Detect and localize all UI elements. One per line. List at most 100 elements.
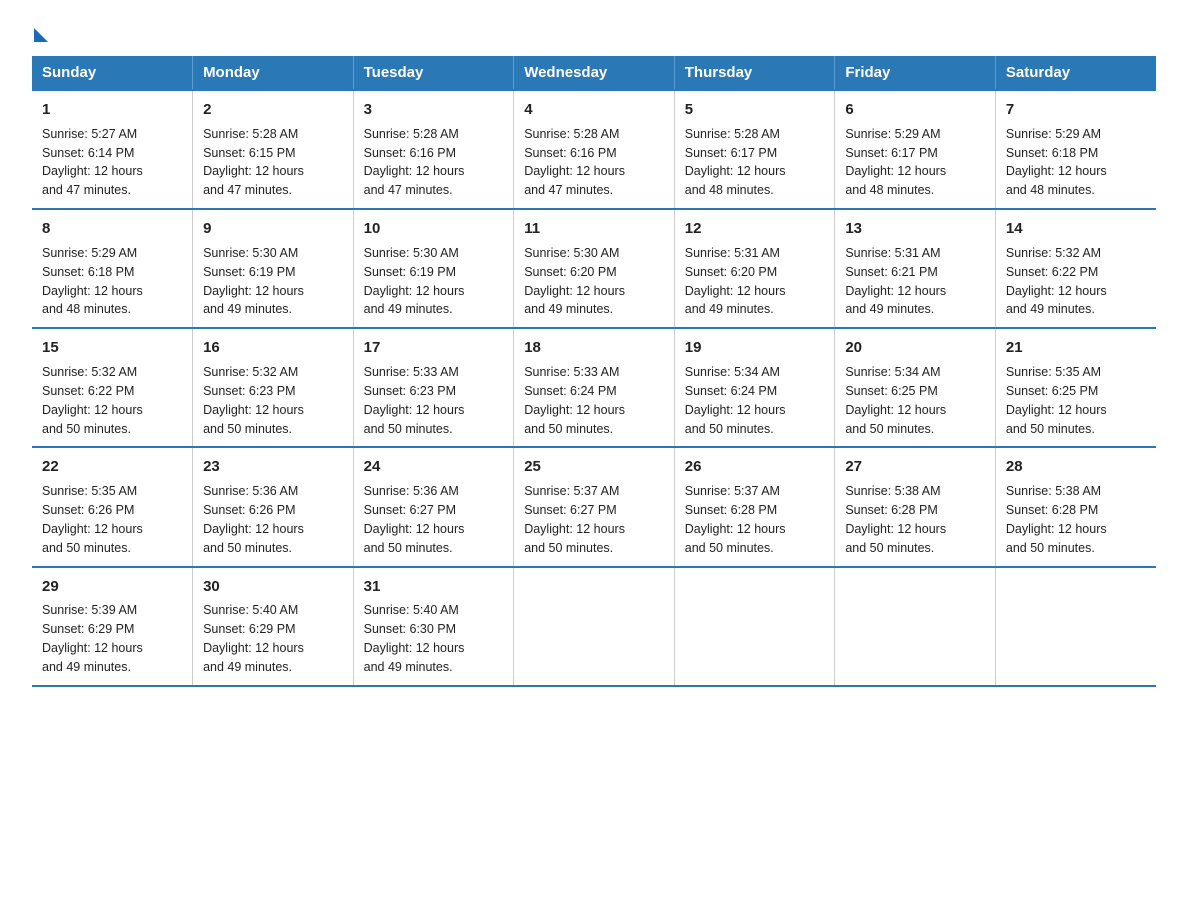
column-header-friday: Friday	[835, 56, 996, 90]
day-info: Sunrise: 5:32 AMSunset: 6:22 PMDaylight:…	[1006, 246, 1107, 317]
calendar-cell: 21 Sunrise: 5:35 AMSunset: 6:25 PMDayligh…	[995, 328, 1156, 447]
day-number: 2	[203, 99, 343, 121]
column-header-sunday: Sunday	[32, 56, 193, 90]
day-number: 8	[42, 218, 182, 240]
column-header-saturday: Saturday	[995, 56, 1156, 90]
day-number: 23	[203, 456, 343, 478]
day-info: Sunrise: 5:29 AMSunset: 6:18 PMDaylight:…	[1006, 127, 1107, 198]
calendar-cell: 20 Sunrise: 5:34 AMSunset: 6:25 PMDayligh…	[835, 328, 996, 447]
day-info: Sunrise: 5:36 AMSunset: 6:26 PMDaylight:…	[203, 484, 304, 555]
day-info: Sunrise: 5:29 AMSunset: 6:18 PMDaylight:…	[42, 246, 143, 317]
calendar-cell: 14Sunrise: 5:32 AMSunset: 6:22 PMDayligh…	[995, 209, 1156, 328]
calendar-cell: 26 Sunrise: 5:37 AMSunset: 6:28 PMDayligh…	[674, 447, 835, 566]
calendar-cell: 4 Sunrise: 5:28 AMSunset: 6:16 PMDaylight…	[514, 90, 675, 209]
day-info: Sunrise: 5:32 AMSunset: 6:22 PMDaylight:…	[42, 365, 143, 436]
day-info: Sunrise: 5:34 AMSunset: 6:25 PMDaylight:…	[845, 365, 946, 436]
day-number: 20	[845, 337, 985, 359]
column-header-monday: Monday	[193, 56, 354, 90]
calendar-cell: 18 Sunrise: 5:33 AMSunset: 6:24 PMDayligh…	[514, 328, 675, 447]
day-info: Sunrise: 5:32 AMSunset: 6:23 PMDaylight:…	[203, 365, 304, 436]
day-number: 28	[1006, 456, 1146, 478]
calendar-cell: 6Sunrise: 5:29 AMSunset: 6:17 PMDaylight…	[835, 90, 996, 209]
day-number: 15	[42, 337, 182, 359]
day-number: 13	[845, 218, 985, 240]
day-info: Sunrise: 5:33 AMSunset: 6:23 PMDaylight:…	[364, 365, 465, 436]
day-number: 21	[1006, 337, 1146, 359]
calendar-cell: 2Sunrise: 5:28 AMSunset: 6:15 PMDaylight…	[193, 90, 354, 209]
calendar-cell: 22 Sunrise: 5:35 AMSunset: 6:26 PMDayligh…	[32, 447, 193, 566]
day-number: 1	[42, 99, 182, 121]
calendar-cell	[835, 567, 996, 686]
calendar-cell: 11Sunrise: 5:30 AMSunset: 6:20 PMDayligh…	[514, 209, 675, 328]
day-info: Sunrise: 5:40 AMSunset: 6:30 PMDaylight:…	[364, 603, 465, 674]
day-number: 30	[203, 576, 343, 598]
calendar-header-row: SundayMondayTuesdayWednesdayThursdayFrid…	[32, 56, 1156, 90]
day-info: Sunrise: 5:40 AMSunset: 6:29 PMDaylight:…	[203, 603, 304, 674]
day-number: 11	[524, 218, 664, 240]
day-info: Sunrise: 5:29 AMSunset: 6:17 PMDaylight:…	[845, 127, 946, 198]
day-info: Sunrise: 5:30 AMSunset: 6:19 PMDaylight:…	[203, 246, 304, 317]
day-number: 5	[685, 99, 825, 121]
column-header-wednesday: Wednesday	[514, 56, 675, 90]
calendar-cell	[995, 567, 1156, 686]
day-number: 22	[42, 456, 182, 478]
day-number: 27	[845, 456, 985, 478]
day-number: 18	[524, 337, 664, 359]
calendar-cell: 7Sunrise: 5:29 AMSunset: 6:18 PMDaylight…	[995, 90, 1156, 209]
calendar-week-row: 8 Sunrise: 5:29 AMSunset: 6:18 PMDaylight…	[32, 209, 1156, 328]
day-number: 12	[685, 218, 825, 240]
calendar-cell: 15 Sunrise: 5:32 AMSunset: 6:22 PMDayligh…	[32, 328, 193, 447]
calendar-cell: 19 Sunrise: 5:34 AMSunset: 6:24 PMDayligh…	[674, 328, 835, 447]
day-number: 3	[364, 99, 504, 121]
day-number: 31	[364, 576, 504, 598]
day-info: Sunrise: 5:28 AMSunset: 6:16 PMDaylight:…	[364, 127, 465, 198]
day-info: Sunrise: 5:38 AMSunset: 6:28 PMDaylight:…	[1006, 484, 1107, 555]
calendar-cell	[674, 567, 835, 686]
calendar-cell: 3 Sunrise: 5:28 AMSunset: 6:16 PMDaylight…	[353, 90, 514, 209]
day-number: 16	[203, 337, 343, 359]
day-number: 25	[524, 456, 664, 478]
calendar-cell: 30 Sunrise: 5:40 AMSunset: 6:29 PMDayligh…	[193, 567, 354, 686]
calendar-cell: 10Sunrise: 5:30 AMSunset: 6:19 PMDayligh…	[353, 209, 514, 328]
day-number: 29	[42, 576, 182, 598]
calendar-week-row: 22 Sunrise: 5:35 AMSunset: 6:26 PMDayligh…	[32, 447, 1156, 566]
calendar-cell: 27 Sunrise: 5:38 AMSunset: 6:28 PMDayligh…	[835, 447, 996, 566]
day-info: Sunrise: 5:35 AMSunset: 6:26 PMDaylight:…	[42, 484, 143, 555]
day-number: 17	[364, 337, 504, 359]
column-header-tuesday: Tuesday	[353, 56, 514, 90]
page-header	[32, 24, 1156, 38]
calendar-cell: 17 Sunrise: 5:33 AMSunset: 6:23 PMDayligh…	[353, 328, 514, 447]
day-number: 24	[364, 456, 504, 478]
day-number: 9	[203, 218, 343, 240]
day-number: 4	[524, 99, 664, 121]
day-number: 26	[685, 456, 825, 478]
calendar-table: SundayMondayTuesdayWednesdayThursdayFrid…	[32, 56, 1156, 687]
day-info: Sunrise: 5:28 AMSunset: 6:17 PMDaylight:…	[685, 127, 786, 198]
column-header-thursday: Thursday	[674, 56, 835, 90]
day-info: Sunrise: 5:38 AMSunset: 6:28 PMDaylight:…	[845, 484, 946, 555]
calendar-cell: 23 Sunrise: 5:36 AMSunset: 6:26 PMDayligh…	[193, 447, 354, 566]
logo	[32, 24, 48, 38]
calendar-cell: 8 Sunrise: 5:29 AMSunset: 6:18 PMDaylight…	[32, 209, 193, 328]
day-info: Sunrise: 5:39 AMSunset: 6:29 PMDaylight:…	[42, 603, 143, 674]
calendar-cell: 31 Sunrise: 5:40 AMSunset: 6:30 PMDayligh…	[353, 567, 514, 686]
calendar-week-row: 1Sunrise: 5:27 AMSunset: 6:14 PMDaylight…	[32, 90, 1156, 209]
day-info: Sunrise: 5:37 AMSunset: 6:28 PMDaylight:…	[685, 484, 786, 555]
day-info: Sunrise: 5:35 AMSunset: 6:25 PMDaylight:…	[1006, 365, 1107, 436]
calendar-cell: 25Sunrise: 5:37 AMSunset: 6:27 PMDayligh…	[514, 447, 675, 566]
day-number: 19	[685, 337, 825, 359]
day-info: Sunrise: 5:31 AMSunset: 6:20 PMDaylight:…	[685, 246, 786, 317]
calendar-cell: 9 Sunrise: 5:30 AMSunset: 6:19 PMDaylight…	[193, 209, 354, 328]
day-info: Sunrise: 5:36 AMSunset: 6:27 PMDaylight:…	[364, 484, 465, 555]
calendar-cell: 13 Sunrise: 5:31 AMSunset: 6:21 PMDayligh…	[835, 209, 996, 328]
calendar-week-row: 15 Sunrise: 5:32 AMSunset: 6:22 PMDayligh…	[32, 328, 1156, 447]
calendar-cell	[514, 567, 675, 686]
day-info: Sunrise: 5:34 AMSunset: 6:24 PMDaylight:…	[685, 365, 786, 436]
calendar-cell: 5 Sunrise: 5:28 AMSunset: 6:17 PMDaylight…	[674, 90, 835, 209]
day-info: Sunrise: 5:31 AMSunset: 6:21 PMDaylight:…	[845, 246, 946, 317]
day-number: 10	[364, 218, 504, 240]
day-info: Sunrise: 5:33 AMSunset: 6:24 PMDaylight:…	[524, 365, 625, 436]
day-info: Sunrise: 5:28 AMSunset: 6:16 PMDaylight:…	[524, 127, 625, 198]
calendar-cell: 1Sunrise: 5:27 AMSunset: 6:14 PMDaylight…	[32, 90, 193, 209]
calendar-cell: 12 Sunrise: 5:31 AMSunset: 6:20 PMDayligh…	[674, 209, 835, 328]
